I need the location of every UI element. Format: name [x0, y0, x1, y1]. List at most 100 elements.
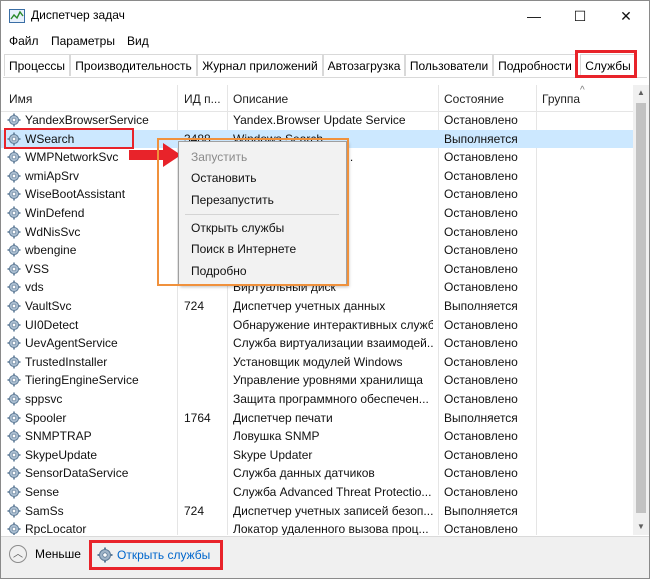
- table-row[interactable]: SkypeUpdate Skype Updater Остановлено: [1, 446, 633, 465]
- service-name: UevAgentService: [25, 336, 118, 351]
- vertical-scrollbar[interactable]: ▲ ▼: [633, 85, 649, 535]
- chevron-up-icon: ︿: [9, 545, 27, 563]
- table-row[interactable]: SamSs 724 Диспетчер учетных записей безоп.…: [1, 502, 633, 521]
- service-state: Выполняется: [444, 410, 518, 425]
- service-gear-icon: [7, 522, 21, 535]
- context-menu: Запустить Остановить Перезапустить Откры…: [178, 141, 347, 285]
- tab-startup[interactable]: Автозагрузка: [323, 54, 405, 76]
- scroll-down-icon[interactable]: ▼: [633, 519, 649, 535]
- scroll-up-icon[interactable]: ▲: [633, 85, 649, 101]
- service-description: Локатор удаленного вызова проц...: [233, 522, 429, 535]
- bottom-bar: ︿ Меньше Открыть службы: [1, 536, 649, 578]
- maximize-button[interactable]: ☐: [557, 1, 603, 31]
- service-name: VSS: [25, 261, 50, 276]
- table-row[interactable]: TrustedInstaller Установщик модулей Windo…: [1, 353, 633, 372]
- service-state: Остановлено: [444, 466, 518, 481]
- menu-options[interactable]: Параметры: [51, 34, 115, 48]
- service-name: VaultSvc: [25, 299, 72, 313]
- ctx-start[interactable]: Запустить: [191, 150, 247, 164]
- task-manager-window: Диспетчер задач — ☐ ✕ Файл Параметры Вид…: [0, 0, 650, 579]
- service-name: vds: [25, 280, 44, 295]
- ctx-details[interactable]: Подробно: [191, 264, 247, 278]
- menu-file[interactable]: Файл: [9, 34, 39, 48]
- menu-view[interactable]: Вид: [127, 34, 149, 48]
- ctx-open-services[interactable]: Открыть службы: [191, 221, 284, 235]
- tab-performance[interactable]: Производительность: [70, 54, 197, 76]
- tab-app-history[interactable]: Журнал приложений: [197, 54, 323, 76]
- services-gear-icon: [97, 547, 113, 563]
- service-name: SkypeUpdate: [25, 447, 98, 462]
- service-description: Диспетчер учетных данных: [233, 299, 386, 313]
- service-state: Остановлено: [444, 168, 518, 183]
- ctx-search-online[interactable]: Поиск в Интернете: [191, 242, 296, 256]
- service-gear-icon: [7, 187, 21, 201]
- service-gear-icon: [7, 336, 21, 350]
- close-button[interactable]: ✕: [603, 1, 649, 31]
- table-row[interactable]: SNMPTRAP Ловушка SNMP Остановлено: [1, 427, 633, 446]
- service-pid: 1764: [184, 410, 211, 425]
- table-row[interactable]: YandexBrowserService Yandex.Browser Updat…: [1, 111, 633, 130]
- service-description: Установщик модулей Windows: [233, 354, 403, 369]
- service-name: wbengine: [25, 243, 77, 258]
- tab-processes[interactable]: Процессы: [4, 54, 70, 76]
- tab-details[interactable]: Подробности: [493, 54, 577, 76]
- service-state: Выполняется: [444, 299, 518, 313]
- service-description: Служба Advanced Threat Protectio...: [233, 485, 432, 499]
- service-name: YandexBrowserService: [25, 113, 149, 127]
- service-gear-icon: [7, 299, 21, 313]
- service-gear-icon: [7, 280, 21, 294]
- service-gear-icon: [7, 206, 21, 220]
- column-state[interactable]: Состояние: [444, 92, 534, 106]
- table-row[interactable]: UI0Detect Обнаружение интерактивных служб…: [1, 316, 633, 335]
- service-gear-icon: [7, 262, 21, 276]
- table-row[interactable]: RpcLocator Локатор удаленного вызова проц…: [1, 520, 633, 535]
- minimize-button[interactable]: —: [511, 1, 557, 31]
- table-header: Имя ИД п... Описание Состояние Группа: [1, 85, 633, 112]
- column-name[interactable]: Имя: [9, 92, 169, 106]
- ctx-stop[interactable]: Остановить: [191, 171, 257, 185]
- service-state: Остановлено: [444, 373, 518, 388]
- service-description: Диспетчер учетных записей безоп...: [233, 503, 433, 518]
- service-name: TieringEngineService: [25, 373, 139, 388]
- service-gear-icon: [7, 466, 21, 480]
- service-state: Выполняется: [444, 131, 518, 146]
- service-description: Yandex.Browser Update Service: [233, 113, 406, 127]
- column-description[interactable]: Описание: [233, 92, 433, 106]
- table-row[interactable]: Spooler 1764 Диспетчер печати Выполняется: [1, 409, 633, 428]
- red-arrow-icon: [129, 143, 181, 167]
- ctx-separator: [185, 214, 339, 215]
- service-description: Служба виртуализации взаимодей...: [233, 336, 433, 351]
- service-name: Spooler: [25, 410, 67, 425]
- table-row[interactable]: SensorDataService Служба данных датчиков О…: [1, 464, 633, 483]
- service-state: Остановлено: [444, 150, 518, 165]
- service-gear-icon: [7, 225, 21, 239]
- tab-services[interactable]: Службы: [580, 54, 636, 76]
- service-gear-icon: [7, 429, 21, 443]
- service-gear-icon: [7, 448, 21, 462]
- service-state: Остановлено: [444, 187, 518, 202]
- service-gear-icon: [7, 169, 21, 183]
- service-description: Управление уровнями хранилища: [233, 373, 423, 388]
- service-state: Выполняется: [444, 503, 518, 518]
- table-row[interactable]: UevAgentService Служба виртуализации взаи…: [1, 334, 633, 353]
- ctx-restart[interactable]: Перезапустить: [191, 193, 274, 207]
- table-row[interactable]: Sense Служба Advanced Threat Protectio...…: [1, 483, 633, 502]
- service-name: WinDefend: [25, 206, 85, 220]
- service-state: Остановлено: [444, 392, 518, 406]
- service-name: WiseBootAssistant: [25, 187, 126, 202]
- service-name: WdNisSvc: [25, 224, 81, 239]
- tab-users[interactable]: Пользователи: [405, 54, 493, 76]
- scrollbar-thumb[interactable]: [636, 103, 646, 513]
- table-row[interactable]: VaultSvc 724 Диспетчер учетных данных Выпол…: [1, 297, 633, 316]
- table-row[interactable]: TieringEngineService Управление уровнями …: [1, 371, 633, 390]
- service-name: TrustedInstaller: [25, 354, 108, 369]
- service-state: Остановлено: [444, 429, 518, 444]
- service-name: SensorDataService: [25, 466, 129, 481]
- service-gear-icon: [7, 392, 21, 406]
- service-name: sppsvc: [25, 392, 63, 406]
- service-gear-icon: [7, 485, 21, 499]
- service-description: Защита программного обеспечен...: [233, 392, 429, 406]
- column-pid[interactable]: ИД п...: [184, 92, 224, 106]
- table-row[interactable]: sppsvc Защита программного обеспечен... Ос…: [1, 390, 633, 409]
- task-manager-icon: [9, 9, 25, 23]
